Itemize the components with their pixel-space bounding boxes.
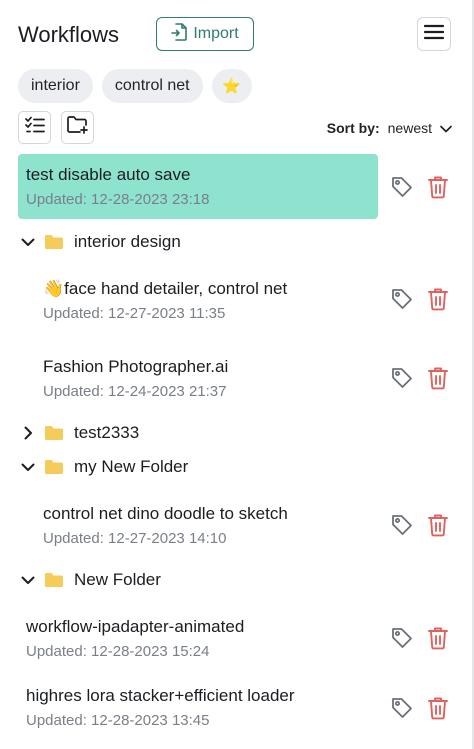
workflow-item[interactable]: 👋face hand detailer, control net Updated…	[18, 279, 378, 322]
tag-icon[interactable]	[390, 626, 414, 650]
tag-icon[interactable]	[390, 287, 414, 311]
workflow-item-selected[interactable]: test disable auto save Updated: 12-28-20…	[18, 154, 378, 219]
workflow-updated-date: Updated: 12-27-2023 11:35	[43, 305, 226, 322]
workflow-item[interactable]: workflow-ipadapter-animated Updated: 12-…	[18, 617, 378, 660]
workflow-title: highres lora stacker+efficient loader	[26, 686, 295, 705]
workflow-actions	[390, 287, 450, 311]
workflow-actions	[390, 626, 450, 650]
workflow-updated-date: Updated: 12-24-2023 21:37	[43, 383, 227, 400]
tag-icon[interactable]	[390, 366, 414, 390]
folder-icon	[44, 572, 64, 588]
folder-row-new-folder[interactable]: New Folder	[20, 569, 161, 591]
tag-icon[interactable]	[390, 696, 414, 720]
tag-chip-control-net[interactable]: control net	[101, 69, 203, 103]
folder-row-interior-design[interactable]: interior design	[20, 231, 181, 253]
sort-label: Sort by:	[326, 120, 380, 136]
workflow-actions	[390, 696, 450, 720]
trash-icon[interactable]	[426, 696, 450, 720]
tag-filter-bar: interior control net ⭐	[18, 69, 252, 103]
header: Workflows Import	[18, 14, 456, 54]
workflow-actions	[390, 513, 450, 537]
workflow-actions	[390, 366, 450, 390]
folder-name: my New Folder	[74, 457, 189, 476]
workflow-updated-date: Updated: 12-28-2023 15:24	[26, 643, 210, 660]
folder-row-test2333[interactable]: test2333	[20, 422, 139, 444]
import-file-icon	[171, 22, 188, 46]
sort-value: newest	[387, 120, 432, 136]
tag-icon[interactable]	[390, 175, 414, 199]
tag-chip-favorites[interactable]: ⭐	[211, 69, 252, 103]
workflow-title: workflow-ipadapter-animated	[26, 617, 245, 636]
workflow-updated-date: Updated: 12-27-2023 14:10	[43, 530, 227, 547]
multi-select-button[interactable]	[18, 111, 51, 144]
sort-control[interactable]: Sort by: newest	[327, 120, 452, 136]
folder-name: New Folder	[74, 570, 161, 589]
chevron-down-icon[interactable]	[20, 463, 36, 472]
workflow-updated-date: Updated: 12-28-2023 23:18	[26, 191, 210, 208]
folder-icon	[44, 425, 64, 441]
tag-chip-interior[interactable]: interior	[18, 69, 93, 103]
trash-icon[interactable]	[426, 287, 450, 311]
chevron-right-icon[interactable]	[20, 426, 36, 440]
hamburger-menu-icon	[423, 24, 445, 45]
workflow-actions	[390, 175, 450, 199]
folder-icon	[44, 459, 64, 475]
workflow-title: Fashion Photographer.ai	[43, 357, 229, 376]
folder-icon	[44, 234, 64, 250]
chevron-down-icon[interactable]	[20, 238, 36, 247]
trash-icon[interactable]	[426, 513, 450, 537]
workflow-title: control net dino doodle to sketch	[43, 504, 288, 523]
workflow-item[interactable]: control net dino doodle to sketch Update…	[18, 504, 378, 547]
folder-plus-icon	[66, 116, 89, 139]
trash-icon[interactable]	[426, 175, 450, 199]
chevron-down-icon[interactable]	[20, 576, 36, 585]
workflow-item[interactable]: Fashion Photographer.ai Updated: 12-24-2…	[18, 357, 378, 400]
trash-icon[interactable]	[426, 626, 450, 650]
folder-row-my-new-folder[interactable]: my New Folder	[20, 456, 188, 478]
hamburger-menu-button[interactable]	[417, 17, 451, 51]
folder-name: interior design	[74, 232, 181, 251]
import-button[interactable]: Import	[156, 17, 254, 51]
import-label: Import	[193, 25, 239, 42]
workflow-title: test disable auto save	[26, 165, 191, 184]
tag-icon[interactable]	[390, 513, 414, 537]
workflow-item[interactable]: highres lora stacker+efficient loader Up…	[18, 686, 378, 729]
folder-name: test2333	[74, 423, 140, 442]
workflow-title: 👋face hand detailer, control net	[43, 279, 288, 298]
list-toolbar: Sort by: newest	[18, 111, 452, 145]
checklist-icon	[24, 116, 45, 139]
workflow-updated-date: Updated: 12-28-2023 13:45	[26, 712, 210, 729]
trash-icon[interactable]	[426, 366, 450, 390]
chevron-down-icon	[440, 120, 452, 136]
page-title: Workflows	[18, 22, 120, 47]
new-folder-button[interactable]	[61, 111, 94, 144]
